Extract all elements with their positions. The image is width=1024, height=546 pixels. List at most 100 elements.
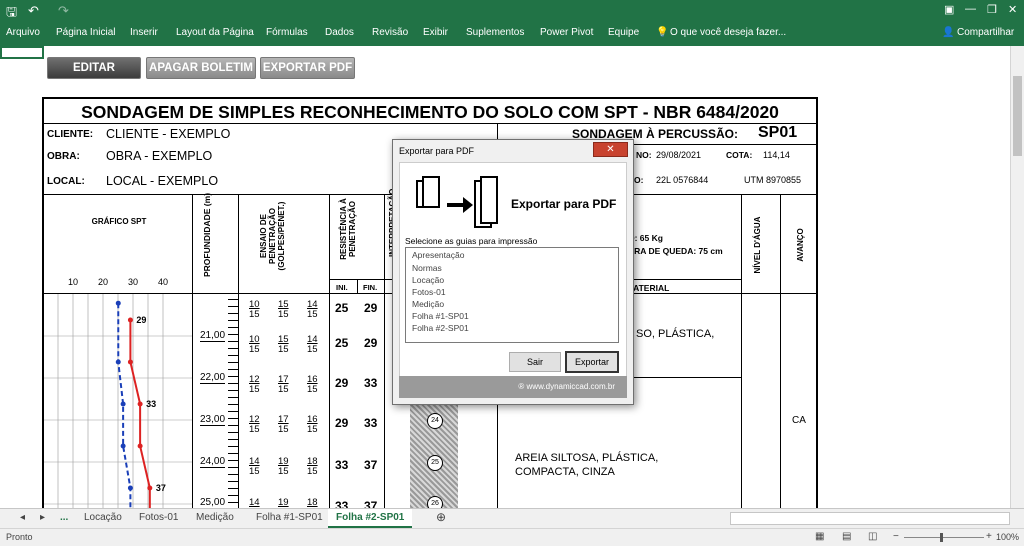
close-icon[interactable]: ✕ — [593, 142, 628, 157]
tab-layout[interactable]: Layout da Página — [176, 27, 254, 38]
resistance-fin: 33 — [364, 376, 378, 390]
add-sheet-icon[interactable]: ⊕ — [436, 510, 446, 524]
normal-view-icon[interactable]: ▦ — [815, 531, 824, 542]
export-button[interactable]: Exportar — [565, 351, 619, 373]
spt-point — [137, 443, 143, 449]
exit-button[interactable]: Sair — [509, 352, 561, 372]
close-icon[interactable]: ✕ — [1008, 3, 1017, 16]
ensaio-header: ENSAIO DE PENETRAÇÃO (GOLPES/PENET.) — [259, 201, 286, 271]
lightbulb-icon: 💡 — [656, 27, 669, 38]
avanco-value: CA — [792, 415, 806, 426]
resistance-fin: 37 — [364, 499, 378, 508]
ribbon-options-icon[interactable]: ▣ — [944, 3, 954, 16]
tab-exibir[interactable]: Exibir — [423, 27, 448, 38]
sheet-tab-medicao[interactable]: Medição — [196, 512, 234, 523]
penetration-value: 15 — [307, 466, 318, 477]
depth-label: 24,00 — [200, 456, 226, 468]
axis-tick: 20 — [98, 277, 109, 287]
depth-label: 21,00 — [200, 330, 226, 342]
undo-icon[interactable]: ↶ — [28, 3, 39, 19]
penetration-value: 15 — [307, 424, 318, 435]
tab-dados[interactable]: Dados — [325, 27, 354, 38]
penetration-value: 15 — [249, 309, 260, 320]
sheet-list-item[interactable]: Apresentação — [406, 248, 618, 262]
penetration-value: 15 — [278, 384, 289, 395]
zoom-out-icon[interactable]: − — [893, 531, 899, 542]
depth-tick — [228, 376, 238, 377]
tab-suplementos[interactable]: Suplementos — [466, 27, 524, 38]
sheet-tab-locacao[interactable]: Locação — [84, 512, 122, 523]
resistance-ini: 25 — [335, 301, 349, 315]
scroll-left-icon[interactable]: ◂ — [20, 512, 25, 523]
more-tabs-button[interactable]: ... — [60, 512, 68, 523]
resistance-ini: 33 — [335, 499, 349, 508]
sheet-tab-fotos[interactable]: Fotos-01 — [139, 512, 178, 523]
export-pdf-dialog: Exportar para PDF ✕ Exportar para PDF Se… — [392, 139, 634, 405]
scroll-right-icon[interactable]: ▸ — [40, 512, 45, 523]
zoom-slider-thumb[interactable] — [940, 533, 943, 542]
penetration-value: 15 — [249, 344, 260, 355]
tab-revisao[interactable]: Revisão — [372, 27, 408, 38]
penetration-value: 15 — [278, 309, 289, 320]
delete-report-button[interactable]: APAGAR BOLETIM — [146, 57, 256, 79]
horizontal-scrollbar[interactable] — [730, 512, 1010, 525]
profundidade-header: PROFUNDIDADE (m) — [202, 192, 212, 278]
fin-header: FIN. — [363, 283, 378, 292]
sheet-list-item[interactable]: Fotos-01 — [406, 286, 618, 298]
depth-tick — [228, 313, 238, 314]
sheet-list-item[interactable]: Folha #2-SP01 — [406, 322, 618, 334]
page-break-icon[interactable]: ◫ — [868, 531, 877, 542]
zoom-slider[interactable] — [904, 537, 984, 538]
local-value: LOCAL - EXEMPLO — [106, 174, 219, 188]
tab-equipe[interactable]: Equipe — [608, 27, 639, 38]
scroll-thumb[interactable] — [1013, 76, 1022, 156]
spt-point — [127, 359, 133, 365]
sheet-tab-folha2-active[interactable]: Folha #2-SP01 — [328, 509, 413, 528]
sheet-list-item[interactable]: Locação — [406, 274, 618, 286]
spt-value-label: 29 — [136, 315, 146, 325]
ini-header: INI. — [336, 283, 348, 292]
client-value: CLIENTE - EXEMPLO — [106, 127, 231, 141]
coord-zone: 22L 0576844 — [656, 175, 709, 185]
sheet-list-item[interactable]: Folha #1-SP01 — [406, 310, 618, 322]
tab-inserir[interactable]: Inserir — [130, 27, 158, 38]
spt-value-label: 33 — [146, 399, 156, 409]
material-description-2b: COMPACTA, CINZA — [515, 466, 615, 478]
zoom-in-icon[interactable]: + — [986, 531, 992, 542]
cota-value: 114,14 — [763, 150, 790, 160]
depth-tick — [228, 432, 238, 433]
penetration-value: 15 — [307, 344, 318, 355]
sheet-tab-folha1[interactable]: Folha #1-SP01 — [256, 512, 323, 523]
depth-tick — [228, 467, 238, 468]
depth-tick — [228, 397, 238, 398]
edit-button[interactable]: EDITAR — [47, 57, 141, 79]
sheet-list-item[interactable]: Normas — [406, 262, 618, 274]
tab-power-pivot[interactable]: Power Pivot — [540, 27, 593, 38]
share-button[interactable]: Compartilhar — [957, 27, 1014, 38]
tab-formulas[interactable]: Fórmulas — [266, 27, 308, 38]
depth-tick — [228, 439, 238, 440]
altura-text: URA DE QUEDA: 75 cm — [628, 246, 723, 256]
sheet-list-item[interactable]: Medição — [406, 298, 618, 310]
export-pdf-button[interactable]: EXPORTAR PDF — [260, 57, 355, 79]
pdf-export-icon — [416, 176, 498, 228]
penetration-value: 15 — [307, 384, 318, 395]
tell-me-input[interactable]: O que você deseja fazer... — [670, 27, 786, 38]
tab-pagina-inicial[interactable]: Página Inicial — [56, 27, 115, 38]
tab-arquivo[interactable]: Arquivo — [6, 27, 40, 38]
minimize-icon[interactable]: — — [965, 3, 976, 15]
zoom-level: 100% — [996, 532, 1020, 542]
depth-tick — [228, 334, 238, 335]
redo-icon[interactable]: ↷ — [58, 3, 69, 19]
selected-cell[interactable] — [0, 46, 44, 59]
page-layout-icon[interactable]: ▤ — [842, 531, 851, 542]
restore-icon[interactable]: ❐ — [987, 3, 997, 16]
axis-tick: 10 — [68, 277, 79, 287]
vertical-scrollbar[interactable] — [1010, 46, 1024, 508]
spt-point — [137, 401, 143, 407]
depth-tick — [228, 502, 238, 503]
depth-tick — [228, 390, 238, 391]
resistance-ini: 29 — [335, 416, 349, 430]
interp-number: 24 — [427, 413, 443, 429]
sheet-list[interactable]: Apresentação Normas Locação Fotos-01 Med… — [405, 247, 619, 343]
